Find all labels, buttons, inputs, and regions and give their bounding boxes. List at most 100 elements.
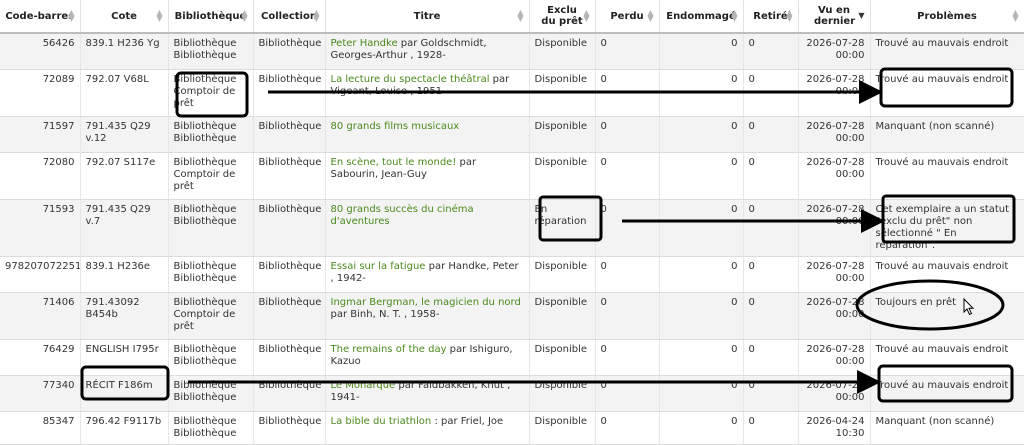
- problem-cell: Trouvé au mauvais endroit: [870, 256, 1024, 293]
- table-row: 9782070722518 839.1 H236e Bibliothèque Bib…: [0, 256, 1024, 293]
- sort-icon: ▲ ▼: [731, 8, 738, 23]
- last-seen-cell: 2026-07-28 00:00: [798, 116, 871, 153]
- retire-cell: 0: [743, 256, 799, 293]
- exclu-cell: Disponible: [529, 69, 596, 117]
- column-header-retire[interactable]: Retiré ▲ ▼: [743, 0, 799, 34]
- sort-icon: ▲ ▼: [786, 8, 793, 23]
- title-link[interactable]: 80 grands films musicaux: [331, 121, 460, 132]
- retire-cell: 0: [743, 152, 799, 200]
- column-header-library[interactable]: Bibliothèque ▲ ▼: [168, 0, 254, 34]
- problem-cell: Trouvé au mauvais endroit: [870, 33, 1024, 70]
- column-header-barcode[interactable]: Code-barres ▲ ▼: [0, 0, 81, 34]
- problem-cell: Toujours en prêt: [870, 292, 1024, 340]
- title-link[interactable]: La lecture du spectacle théâtral: [331, 74, 490, 85]
- cote-cell: 792.07 V68L: [80, 69, 169, 117]
- cote-cell: 791.435 Q29 v.7: [80, 199, 169, 257]
- perdu-cell: 0: [595, 199, 660, 257]
- column-header-title[interactable]: Titre ▲ ▼: [325, 0, 530, 34]
- column-header-endommage[interactable]: Endommagé ▲ ▼: [659, 0, 744, 34]
- perdu-cell: 0: [595, 339, 660, 376]
- endommage-cell: 0: [659, 411, 744, 445]
- collection-cell: Bibliothèque: [253, 339, 326, 376]
- sort-icon: ▲ ▼: [156, 8, 163, 23]
- endommage-cell: 0: [659, 69, 744, 117]
- endommage-cell: 0: [659, 292, 744, 340]
- exclu-cell: En réparation: [529, 199, 596, 257]
- collection-cell: Bibliothèque: [253, 411, 326, 445]
- barcode-cell: 76429: [0, 339, 81, 376]
- barcode-cell: 71597: [0, 116, 81, 153]
- title-link[interactable]: Ingmar Bergman, le magicien du nord: [331, 297, 521, 308]
- endommage-cell: 0: [659, 33, 744, 70]
- title-link[interactable]: Le Monarque: [331, 380, 396, 391]
- cote-cell: 791.43092 B454b: [80, 292, 169, 340]
- cote-cell: 839.1 H236e: [80, 256, 169, 293]
- table-row: 71406 791.43092 B454b Bibliothèque Comptoi…: [0, 292, 1024, 340]
- title-link[interactable]: Peter Handke: [331, 38, 398, 49]
- retire-cell: 0: [743, 339, 799, 376]
- title-cell: En scène, tout le monde! par Sabourin, J…: [325, 152, 530, 200]
- title-cell: Peter Handke par Goldschmidt, Georges-Ar…: [325, 33, 530, 70]
- exclu-cell: Disponible: [529, 339, 596, 376]
- problem-cell: Trouvé au mauvais endroit: [870, 69, 1024, 117]
- last-seen-cell: 2026-07-28 00:00: [798, 256, 871, 293]
- barcode-cell: 71593: [0, 199, 81, 257]
- collection-cell: Bibliothèque: [253, 116, 326, 153]
- retire-cell: 0: [743, 292, 799, 340]
- problem-cell: Manquant (non scanné): [870, 411, 1024, 445]
- column-header-cote[interactable]: Cote ▲ ▼: [80, 0, 169, 34]
- collection-cell: Bibliothèque: [253, 375, 326, 412]
- title-cell: La bible du triathlon : par Friel, Joe: [325, 411, 530, 445]
- exclu-cell: Disponible: [529, 152, 596, 200]
- column-header-last-seen[interactable]: Vu en dernier ▼: [798, 0, 871, 34]
- column-header-collection[interactable]: Collection ▲ ▼: [253, 0, 326, 34]
- endommage-cell: 0: [659, 339, 744, 376]
- barcode-cell: 9782070722518: [0, 256, 81, 293]
- endommage-cell: 0: [659, 116, 744, 153]
- last-seen-cell: 2026-07-28 00:00: [798, 199, 871, 257]
- endommage-cell: 0: [659, 199, 744, 257]
- collection-cell: Bibliothèque: [253, 256, 326, 293]
- column-header-problems[interactable]: Problèmes ▲ ▼: [870, 0, 1024, 34]
- retire-cell: 0: [743, 33, 799, 70]
- collection-cell: Bibliothèque: [253, 199, 326, 257]
- last-seen-cell: 2026-07-28 00:00: [798, 152, 871, 200]
- retire-cell: 0: [743, 199, 799, 257]
- last-seen-cell: 2026-07-28 00:00: [798, 375, 871, 412]
- last-seen-cell: 2026-04-24 10:30: [798, 411, 871, 445]
- column-header-perdu[interactable]: Perdu ▲ ▼: [595, 0, 660, 34]
- problem-cell: Manquant (non scanné): [870, 116, 1024, 153]
- title-link[interactable]: The remains of the day: [331, 344, 447, 355]
- title-link[interactable]: La bible du triathlon: [331, 416, 432, 427]
- cote-cell: ENGLISH I795r: [80, 339, 169, 376]
- problem-cell: Trouvé au mauvais endroit: [870, 152, 1024, 200]
- title-cell: The remains of the day par Ishiguro, Kaz…: [325, 339, 530, 376]
- table-row: 85347 796.42 F9117b Bibliothèque Bibliothè…: [0, 411, 1024, 445]
- problem-cell: Trouvé au mauvais endroit: [870, 339, 1024, 376]
- retire-cell: 0: [743, 375, 799, 412]
- barcode-cell: 71406: [0, 292, 81, 340]
- column-header-exclu[interactable]: Exclu du prêt ▲ ▼: [529, 0, 596, 34]
- library-cell: Bibliothèque Bibliothèque: [168, 116, 254, 153]
- retire-cell: 0: [743, 411, 799, 445]
- author-text: : par Friel, Joe: [431, 415, 504, 427]
- problem-cell: Cet exemplaire a un statut "exclu du prê…: [870, 199, 1024, 257]
- endommage-cell: 0: [659, 152, 744, 200]
- library-cell: Bibliothèque Bibliothèque: [168, 375, 254, 412]
- cote-cell: 839.1 H236 Yg: [80, 33, 169, 70]
- title-link[interactable]: 80 grands succès du cinéma d'aventures: [331, 204, 474, 227]
- last-seen-cell: 2026-07-28 00:00: [798, 33, 871, 70]
- sort-icon: ▲ ▼: [241, 8, 248, 23]
- inventory-results-table: Code-barres ▲ ▼ Cote ▲ ▼ Bibliothèque ▲ ▼ Coll…: [0, 0, 1024, 445]
- cote-cell: 791.435 Q29 v.12: [80, 116, 169, 153]
- problem-cell: Trouvé au mauvais endroit: [870, 375, 1024, 412]
- table-header-row: Code-barres ▲ ▼ Cote ▲ ▼ Bibliothèque ▲ ▼ Coll…: [0, 0, 1024, 34]
- table-row: 56426 839.1 H236 Yg Bibliothèque Bibliothè…: [0, 33, 1024, 70]
- perdu-cell: 0: [595, 152, 660, 200]
- sort-icon: ▲ ▼: [1012, 8, 1019, 23]
- last-seen-cell: 2026-07-28 00:00: [798, 292, 871, 340]
- title-link[interactable]: Essai sur la fatigue: [331, 261, 426, 272]
- title-link[interactable]: En scène, tout le monde!: [331, 157, 457, 168]
- title-cell: Le Monarque par Faldbakken, Knut , 1941-: [325, 375, 530, 412]
- library-cell: Bibliothèque Comptoir de prêt: [168, 292, 254, 340]
